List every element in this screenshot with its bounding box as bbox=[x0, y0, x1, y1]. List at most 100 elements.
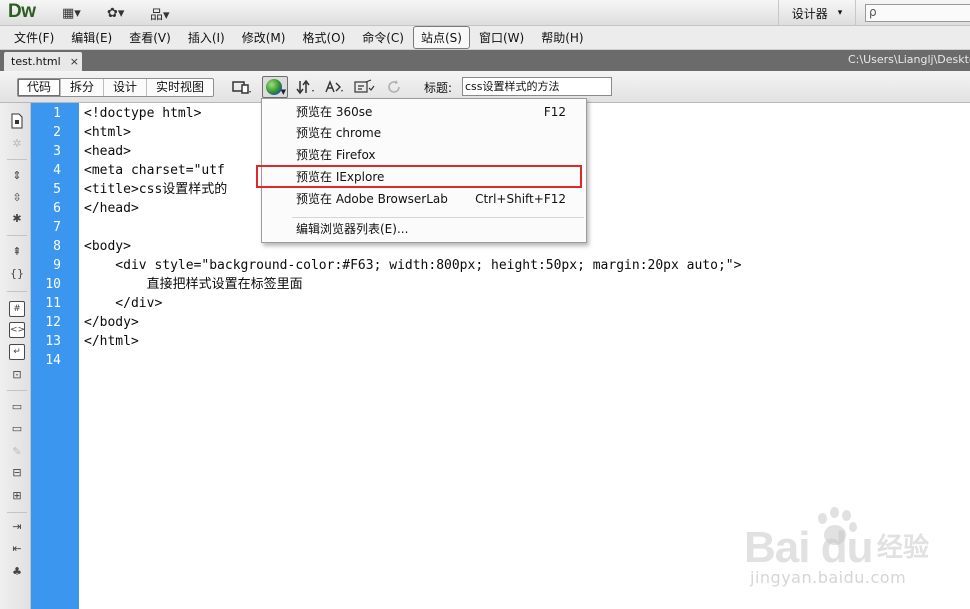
chevron-down-icon: ▾ bbox=[837, 8, 843, 18]
menu-item-preview-firefox[interactable]: 预览在 Firefox bbox=[262, 145, 586, 165]
code-line: <div style="background-color:#F63; width… bbox=[84, 258, 742, 273]
chevron-down-icon: ▼ bbox=[280, 88, 286, 96]
recent-snippets-icon[interactable]: ⊟ bbox=[9, 465, 25, 481]
line-number-gutter: 1 2 3 4 5 6 7 8 9 10 11 12 13 14 bbox=[31, 103, 79, 609]
document-tab-bar: test.html × C:\Users\Lianglj\Deskto bbox=[0, 50, 970, 71]
menu-item-shortcut: Ctrl+Shift+F12 bbox=[475, 192, 566, 206]
code-line: <title>css设置样式的 bbox=[84, 182, 228, 197]
extend-menu-button[interactable]: ✿▾ bbox=[107, 4, 124, 22]
gear-icon: ✿▾ bbox=[107, 5, 125, 21]
word-wrap-icon[interactable]: ↵ bbox=[9, 344, 25, 360]
balance-braces-icon[interactable]: {} bbox=[9, 266, 25, 282]
syntax-coloring-icon[interactable]: ⊡ bbox=[9, 367, 25, 383]
paw-icon bbox=[812, 507, 860, 551]
menu-modify[interactable]: 修改(M) bbox=[234, 26, 294, 49]
line-number: 4 bbox=[53, 163, 61, 178]
menu-item-label: 预览在 Firefox bbox=[296, 148, 376, 162]
collapse-selection-icon[interactable]: ⇳ bbox=[9, 190, 25, 206]
line-number: 13 bbox=[45, 334, 61, 349]
close-icon[interactable]: × bbox=[70, 55, 79, 68]
tab-test-html[interactable]: test.html × bbox=[4, 52, 82, 71]
site-menu-button[interactable]: 品▾ bbox=[150, 4, 170, 23]
menu-site[interactable]: 站点(S) bbox=[413, 26, 470, 49]
menu-file[interactable]: 文件(F) bbox=[6, 26, 62, 49]
code-line: </body> bbox=[84, 315, 139, 330]
show-code-navigator-icon[interactable]: ✲ bbox=[9, 136, 25, 152]
menu-item-label: 预览在 chrome bbox=[296, 126, 382, 140]
dreamweaver-logo: Dw bbox=[8, 1, 36, 22]
code-line: </html> bbox=[84, 334, 139, 349]
menu-help[interactable]: 帮助(H) bbox=[533, 26, 591, 49]
separator bbox=[7, 512, 27, 513]
code-line: </div> bbox=[84, 296, 163, 311]
menu-insert[interactable]: 插入(I) bbox=[180, 26, 233, 49]
menu-item-edit-browser-list[interactable]: 编辑浏览器列表(E)... bbox=[262, 219, 586, 239]
highlight-box bbox=[256, 165, 582, 188]
menu-item-preview-chrome[interactable]: 预览在 chrome bbox=[262, 123, 586, 143]
preview-in-browser-button[interactable]: ▼ bbox=[262, 76, 288, 98]
expand-all-icon[interactable]: ✱ bbox=[9, 211, 25, 227]
collapse-full-tag-icon[interactable]: ⇕ bbox=[9, 168, 25, 184]
select-parent-tag-icon[interactable]: ⇞ bbox=[9, 244, 25, 260]
live-view-button[interactable]: 实时视图 bbox=[147, 79, 213, 96]
separator bbox=[7, 291, 27, 292]
layout-icon: ▦▾ bbox=[62, 5, 81, 21]
outdent-code-icon[interactable]: ⇤ bbox=[9, 541, 25, 557]
wrap-tag-icon[interactable]: ✎ bbox=[9, 444, 25, 460]
app-bar: Dw ▦▾ ✿▾ 品▾ 设计器 ▾ ρ bbox=[0, 0, 970, 26]
workspace-switcher[interactable]: 设计器 ▾ bbox=[778, 0, 856, 26]
multiscreen-icon[interactable] bbox=[231, 77, 253, 97]
menu-commands[interactable]: 命令(C) bbox=[354, 26, 412, 49]
line-number: 1 bbox=[53, 106, 61, 121]
visual-aids-icon[interactable] bbox=[353, 77, 375, 97]
menu-item-label: 编辑浏览器列表(E)... bbox=[296, 222, 409, 236]
open-documents-icon[interactable] bbox=[9, 113, 25, 129]
watermark-cn: 经验 bbox=[877, 533, 930, 563]
apply-comment-icon[interactable]: ▭ bbox=[9, 399, 25, 415]
title-label: 标题: bbox=[424, 81, 453, 95]
code-line: <!doctype html> bbox=[84, 106, 202, 121]
globe-icon bbox=[266, 79, 282, 95]
menu-separator bbox=[292, 217, 584, 218]
menu-window[interactable]: 窗口(W) bbox=[471, 26, 532, 49]
line-number: 11 bbox=[45, 296, 61, 311]
menu-edit[interactable]: 编辑(E) bbox=[63, 26, 120, 49]
remove-comment-icon[interactable]: ▭ bbox=[9, 421, 25, 437]
help-search-input[interactable]: ρ bbox=[865, 4, 970, 22]
code-line: <head> bbox=[84, 144, 131, 159]
menu-item-preview-360se[interactable]: 预览在 360se F12 bbox=[262, 102, 586, 122]
line-number: 2 bbox=[53, 125, 61, 140]
separator bbox=[7, 235, 27, 236]
debug-icon[interactable] bbox=[324, 77, 346, 97]
workspace-label: 设计器 bbox=[791, 6, 828, 21]
menu-view[interactable]: 查看(V) bbox=[121, 26, 179, 49]
move-css-icon[interactable]: ⊞ bbox=[9, 488, 25, 504]
separator bbox=[7, 159, 27, 160]
line-number: 3 bbox=[53, 144, 61, 159]
line-number: 6 bbox=[53, 201, 61, 216]
line-number: 8 bbox=[53, 239, 61, 254]
menu-item-label: 预览在 360se bbox=[296, 105, 373, 119]
tab-label: test.html bbox=[11, 55, 61, 68]
refresh-icon[interactable] bbox=[383, 77, 405, 97]
document-title-input[interactable]: css设置样式的方法 bbox=[462, 77, 612, 96]
indent-code-icon[interactable]: ⇥ bbox=[9, 519, 25, 535]
line-numbers-icon[interactable]: # bbox=[9, 301, 25, 317]
line-number: 10 bbox=[45, 277, 61, 292]
file-management-icon[interactable] bbox=[296, 77, 318, 97]
highlight-invalid-code-icon[interactable]: <> bbox=[9, 322, 25, 338]
menu-bar: 文件(F) 编辑(E) 查看(V) 插入(I) 修改(M) 格式(O) 命令(C… bbox=[0, 26, 970, 50]
code-view-button[interactable]: 代码 bbox=[18, 79, 62, 96]
format-source-code-icon[interactable]: ♣ bbox=[9, 564, 25, 580]
code-line: <meta charset="utf bbox=[84, 163, 225, 178]
layout-menu-button[interactable]: ▦▾ bbox=[62, 4, 81, 22]
split-view-button[interactable]: 拆分 bbox=[61, 79, 105, 96]
code-line: <body> bbox=[84, 239, 131, 254]
menu-format[interactable]: 格式(O) bbox=[294, 26, 353, 49]
code-line: 直接把样式设置在标签里面 bbox=[84, 277, 303, 292]
view-switcher: 代码 拆分 设计 实时视图 bbox=[17, 78, 215, 97]
coding-toolbar: ✲ ⇕ ⇳ ✱ ⇞ {} # <> ↵ ⊡ ▭ ▭ ✎ ⊟ ⊞ ⇥ ⇤ ♣ bbox=[0, 103, 31, 609]
design-view-button[interactable]: 设计 bbox=[104, 79, 148, 96]
separator bbox=[7, 390, 27, 391]
menu-item-preview-browserlab[interactable]: 预览在 Adobe BrowserLab Ctrl+Shift+F12 bbox=[262, 189, 586, 209]
